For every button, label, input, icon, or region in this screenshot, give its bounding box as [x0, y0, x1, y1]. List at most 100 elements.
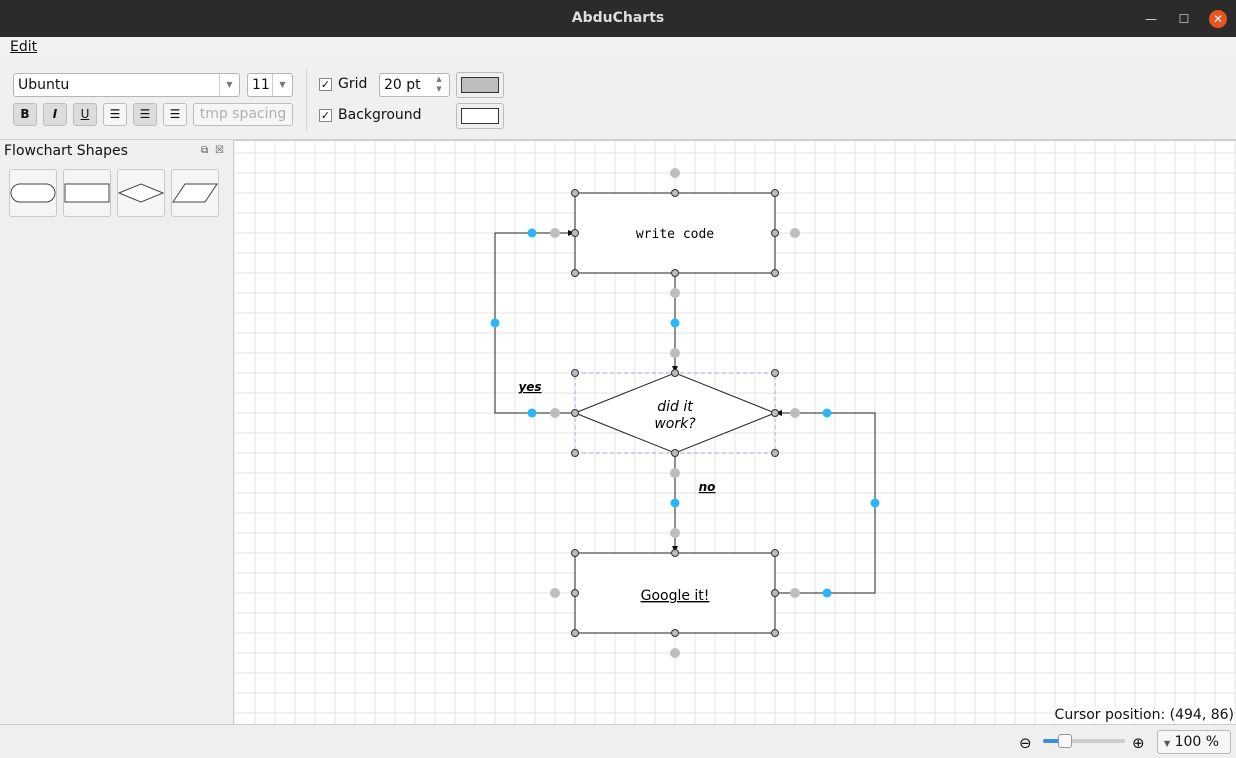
- data-shape[interactable]: [171, 169, 219, 217]
- connection-point[interactable]: [670, 528, 680, 538]
- flowchart-shapes-panel: Flowchart Shapes ⧉ ☒: [0, 140, 234, 724]
- resize-handle[interactable]: [771, 409, 779, 417]
- edge-handle[interactable]: [822, 588, 832, 598]
- resize-handle[interactable]: [671, 629, 679, 637]
- resize-handle[interactable]: [771, 229, 779, 237]
- connection-point[interactable]: [550, 408, 560, 418]
- resize-handle[interactable]: [771, 369, 779, 377]
- edge-handle[interactable]: [870, 498, 880, 508]
- spin-arrows-icon: ▲ ▼: [436, 75, 442, 93]
- status-bar: ⊖ ⊕ ▼ 100 %: [0, 724, 1236, 758]
- edge-handle[interactable]: [527, 408, 537, 418]
- menu-bar: Edit: [0, 37, 1236, 59]
- process-shape[interactable]: [63, 169, 111, 217]
- connection-point[interactable]: [670, 468, 680, 478]
- connection-point[interactable]: [790, 228, 800, 238]
- resize-handle[interactable]: [571, 409, 579, 417]
- edge-label-no: no: [699, 480, 716, 494]
- resize-handle[interactable]: [771, 449, 779, 457]
- resize-handle[interactable]: [571, 449, 579, 457]
- zoom-slider[interactable]: [1043, 734, 1125, 748]
- zoom-out-icon[interactable]: ⊖: [1019, 734, 1032, 752]
- panel-title: Flowchart Shapes: [4, 143, 128, 159]
- zoom-in-icon[interactable]: ⊕: [1132, 734, 1145, 752]
- diagram-canvas[interactable]: write code did it work? Google it! yes n…: [235, 140, 1236, 724]
- resize-handle[interactable]: [671, 369, 679, 377]
- node-decision-text-1: did it: [657, 399, 693, 415]
- resize-handle[interactable]: [771, 549, 779, 557]
- background-color-swatch: [461, 108, 499, 124]
- resize-handle[interactable]: [571, 589, 579, 597]
- edge-handle[interactable]: [670, 318, 680, 328]
- resize-handle[interactable]: [571, 549, 579, 557]
- background-color-button[interactable]: [456, 103, 504, 129]
- underline-button[interactable]: U: [73, 103, 97, 126]
- chevron-down-icon: ▼: [272, 74, 292, 96]
- zoom-value: 100 %: [1174, 734, 1220, 750]
- connection-point[interactable]: [670, 648, 680, 658]
- divider: [306, 69, 307, 131]
- chevron-down-icon: ▼: [219, 74, 239, 96]
- minimize-button[interactable]: —: [1142, 10, 1160, 28]
- connection-point[interactable]: [670, 288, 680, 298]
- resize-handle[interactable]: [571, 229, 579, 237]
- font-size-combo[interactable]: 11 ▼: [247, 73, 293, 97]
- edge-handle[interactable]: [490, 318, 500, 328]
- diagram-svg[interactable]: write code did it work? Google it! yes n…: [235, 141, 1236, 724]
- node-write-code-text: write code: [636, 227, 714, 242]
- align-right-button[interactable]: ☰: [163, 103, 187, 126]
- resize-handle[interactable]: [571, 269, 579, 277]
- chevron-down-icon: ▼: [1164, 739, 1171, 748]
- maximize-button[interactable]: ☐: [1175, 10, 1193, 28]
- grid-size-value: 20 pt: [384, 77, 421, 93]
- grid-label: Grid: [338, 76, 368, 92]
- connection-point[interactable]: [670, 168, 680, 178]
- edge-label-yes: yes: [518, 380, 541, 394]
- resize-handle[interactable]: [671, 189, 679, 197]
- toolbar: Ubuntu ▼ 11 ▼ B I U ☰ ☰ ☰ tmp spacing ✓ Gr…: [0, 59, 1236, 140]
- resize-handle[interactable]: [671, 549, 679, 557]
- connection-point[interactable]: [550, 228, 560, 238]
- title-bar: AbduCharts: [0, 0, 1236, 37]
- decision-shape[interactable]: [117, 169, 165, 217]
- float-icon[interactable]: ⧉: [201, 145, 208, 156]
- node-decision-text-2: work?: [654, 416, 696, 432]
- bold-button[interactable]: B: [13, 103, 37, 126]
- node-google-text: Google it!: [641, 588, 710, 604]
- connection-point[interactable]: [550, 588, 560, 598]
- resize-handle[interactable]: [571, 189, 579, 197]
- resize-handle[interactable]: [771, 269, 779, 277]
- edge-google-to-decide[interactable]: [775, 410, 876, 594]
- edge-handle[interactable]: [822, 408, 832, 418]
- edge-handle[interactable]: [527, 228, 537, 238]
- connection-point[interactable]: [670, 348, 680, 358]
- grid-checkbox[interactable]: ✓: [319, 78, 332, 91]
- grid-color-button[interactable]: [456, 72, 504, 98]
- close-panel-icon[interactable]: ☒: [215, 145, 224, 156]
- background-label: Background: [338, 107, 422, 123]
- terminator-shape[interactable]: [9, 169, 57, 217]
- grid-size-spinbox[interactable]: 20 pt ▲ ▼: [379, 73, 450, 97]
- font-combo[interactable]: Ubuntu ▼: [13, 73, 240, 97]
- connection-point[interactable]: [790, 408, 800, 418]
- zoom-combo[interactable]: ▼ 100 %: [1157, 730, 1231, 754]
- resize-handle[interactable]: [571, 629, 579, 637]
- edge-handle[interactable]: [670, 498, 680, 508]
- background-checkbox[interactable]: ✓: [319, 109, 332, 122]
- resize-handle[interactable]: [671, 269, 679, 277]
- tmp-spacing-button[interactable]: tmp spacing: [193, 103, 293, 126]
- resize-handle[interactable]: [671, 449, 679, 457]
- cursor-position: Cursor position: (494, 86): [1054, 707, 1234, 723]
- connection-point[interactable]: [790, 588, 800, 598]
- resize-handle[interactable]: [771, 589, 779, 597]
- resize-handle[interactable]: [771, 189, 779, 197]
- align-left-button[interactable]: ☰: [103, 103, 127, 126]
- zoom-slider-handle[interactable]: [1058, 734, 1072, 748]
- italic-button[interactable]: I: [43, 103, 67, 126]
- close-button[interactable]: ✕: [1209, 10, 1227, 28]
- resize-handle[interactable]: [571, 369, 579, 377]
- resize-handle[interactable]: [771, 629, 779, 637]
- grid-color-swatch: [461, 77, 499, 93]
- menu-edit[interactable]: Edit: [10, 39, 37, 55]
- align-center-button[interactable]: ☰: [133, 103, 157, 126]
